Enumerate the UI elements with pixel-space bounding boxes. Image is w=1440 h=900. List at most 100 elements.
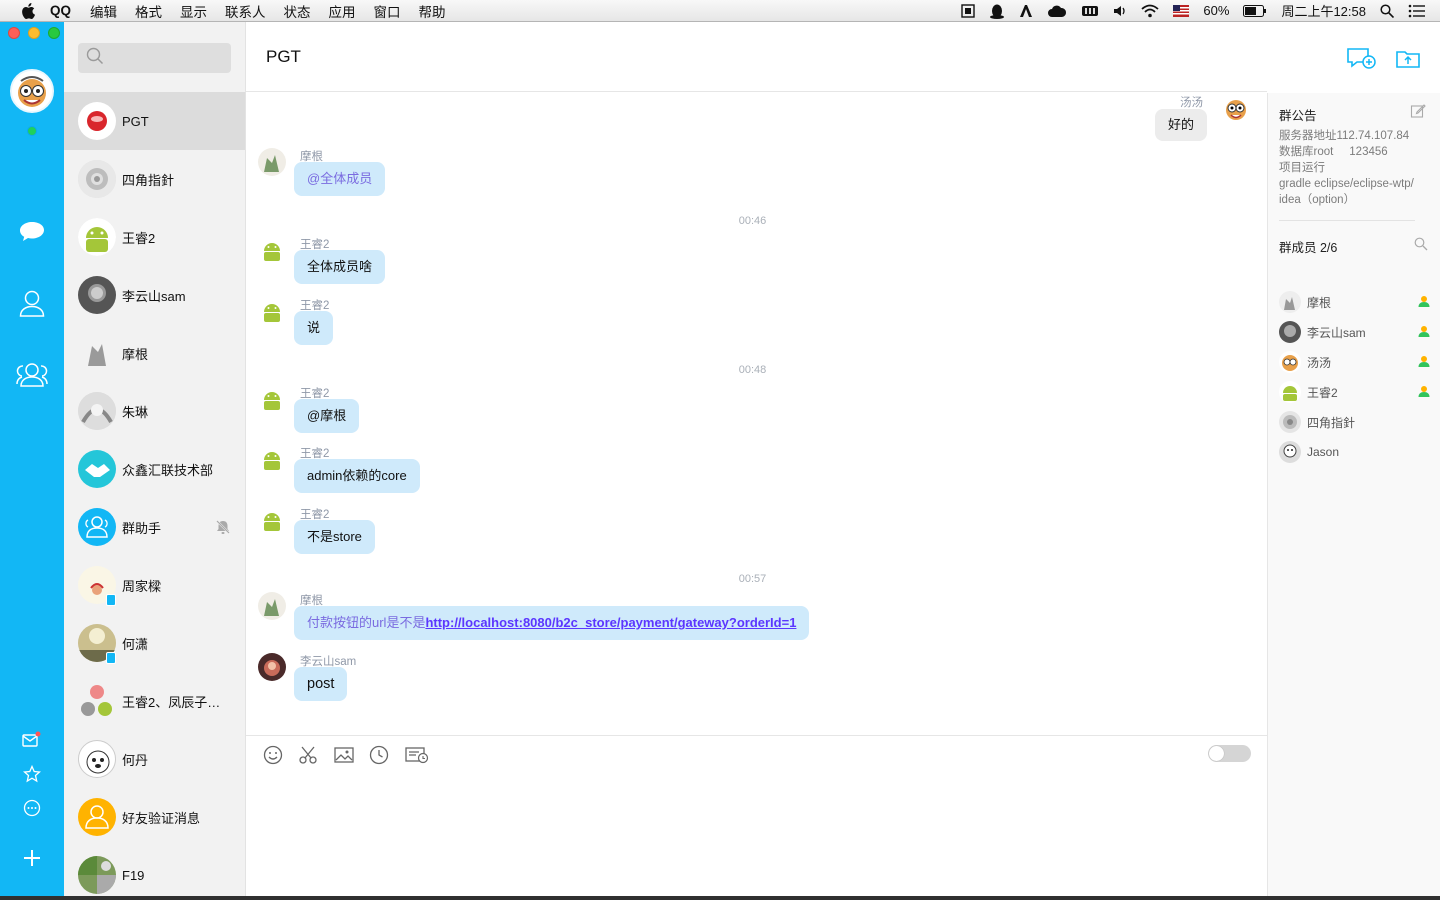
search-input[interactable] <box>110 50 230 66</box>
conversation-item[interactable]: 王睿2、凤辰子… <box>64 672 245 730</box>
zoom-window-button[interactable] <box>48 27 60 39</box>
menu-window[interactable]: 窗口 <box>374 1 401 21</box>
message-bubble[interactable]: admin依赖的core <box>294 459 420 493</box>
conversation-item[interactable]: 摩根 <box>64 324 245 382</box>
us-flag-icon[interactable] <box>1173 4 1190 17</box>
wifi-icon[interactable] <box>1141 4 1160 18</box>
more-options-icon[interactable] <box>17 793 47 823</box>
battery-icon[interactable] <box>1243 4 1267 17</box>
screenshot-tool-icon[interactable] <box>961 3 976 18</box>
emoji-icon[interactable] <box>262 744 284 766</box>
conversation-item[interactable]: 朱琳 <box>64 382 245 440</box>
avatar <box>1279 321 1301 343</box>
notification-center-icon[interactable] <box>1408 4 1426 18</box>
member-item[interactable]: 四角指針 <box>1279 407 1431 437</box>
online-status-dot[interactable] <box>27 126 37 136</box>
conversation-item[interactable]: 何潇 <box>64 614 245 672</box>
conversation-item-pgt[interactable]: PGT <box>64 92 245 150</box>
conversation-item[interactable]: 好友验证消息 <box>64 788 245 846</box>
conversation-item[interactable]: 众鑫汇联技术部 <box>64 440 245 498</box>
message-bubble[interactable]: 好的 <box>1154 109 1207 141</box>
conversation-list: PGT 四角指針 王睿2 李云山sam 摩根 朱琳 众鑫汇联技术部 群助手 周家… <box>64 22 246 896</box>
menu-status[interactable]: 状态 <box>284 1 311 21</box>
menu-app-qq[interactable]: QQ <box>50 3 71 18</box>
memory-icon[interactable] <box>1081 4 1099 18</box>
member-item[interactable]: 摩根 <box>1279 287 1431 317</box>
conversation-item[interactable]: 王睿2 <box>64 208 245 266</box>
message-input[interactable] <box>262 776 1252 886</box>
send-mode-toggle[interactable] <box>1208 745 1251 762</box>
message-link[interactable]: http://localhost:8080/b2c_store/payment/… <box>425 615 796 630</box>
edit-notice-icon[interactable] <box>1410 103 1426 124</box>
message-bubble[interactable]: post <box>294 667 348 701</box>
message-composer <box>246 735 1267 896</box>
menu-edit[interactable]: 编辑 <box>90 1 117 21</box>
spotlight-icon[interactable] <box>1380 3 1394 18</box>
volume-icon[interactable] <box>1113 4 1127 18</box>
member-item[interactable]: 汤汤 <box>1279 347 1431 377</box>
conversation-item[interactable]: 群助手 <box>64 498 245 556</box>
qq-window: PGT 四角指針 王睿2 李云山sam 摩根 朱琳 众鑫汇联技术部 群助手 周家… <box>0 22 1440 896</box>
avatar[interactable] <box>10 69 54 113</box>
notice-line: 服务器地址112.74.107.84 <box>1279 130 1410 142</box>
member-item[interactable]: Jason <box>1279 437 1431 467</box>
conversation-item[interactable]: 李云山sam <box>64 266 245 324</box>
message-outgoing: 汤汤 好的 <box>1131 93 1251 143</box>
image-icon[interactable] <box>333 744 355 766</box>
online-user-icon <box>1417 294 1431 313</box>
avatar <box>78 392 116 430</box>
message-bubble[interactable]: @摩根 <box>294 399 360 433</box>
conversation-name: 朱琳 <box>122 404 149 420</box>
conversation-name: F19 <box>122 867 145 883</box>
avatar <box>78 798 116 836</box>
menu-apps[interactable]: 应用 <box>329 1 356 21</box>
menu-view[interactable]: 显示 <box>180 1 207 21</box>
clock[interactable]: 周二上午12:58 <box>1281 1 1366 20</box>
screenshot-scissors-icon[interactable] <box>297 744 319 766</box>
upload-file-icon[interactable] <box>1393 44 1423 72</box>
message-bubble[interactable]: 不是store <box>294 520 375 554</box>
message-bubble[interactable]: 付款按钮的url是不是http://localhost:8080/b2c_sto… <box>294 606 810 640</box>
groups-icon[interactable] <box>15 360 49 390</box>
adobe-icon[interactable] <box>1019 4 1033 18</box>
messages-icon[interactable] <box>17 216 47 246</box>
contacts-icon[interactable] <box>17 288 47 318</box>
avatar <box>78 218 116 256</box>
message-history-icon[interactable] <box>404 744 430 766</box>
member-item[interactable]: 王睿2 <box>1279 377 1431 407</box>
conversation-name: 众鑫汇联技术部 <box>122 462 214 478</box>
favorites-star-icon[interactable] <box>17 759 47 789</box>
menu-contacts[interactable]: 联系人 <box>225 1 266 21</box>
search-box[interactable] <box>78 43 231 73</box>
message-bubble[interactable]: @全体成员 <box>294 162 386 196</box>
message-bubble[interactable]: 说 <box>294 311 334 345</box>
menu-help[interactable]: 帮助 <box>419 1 446 21</box>
avatar <box>78 856 116 894</box>
close-window-button[interactable] <box>8 27 20 39</box>
minimize-window-button[interactable] <box>28 27 40 39</box>
battery-percent: 60% <box>1203 3 1230 18</box>
add-icon[interactable] <box>17 843 47 873</box>
apple-icon[interactable] <box>20 2 36 19</box>
cloud-icon[interactable] <box>1047 4 1067 18</box>
member-item[interactable]: 李云山sam <box>1279 317 1431 347</box>
divider <box>1279 220 1415 221</box>
notice-title: 群公告 <box>1279 109 1317 123</box>
member-name: 李云山sam <box>1307 325 1366 340</box>
conversation-item[interactable]: 四角指針 <box>64 150 245 208</box>
menu-format[interactable]: 格式 <box>135 1 162 21</box>
mail-icon[interactable] <box>17 725 47 755</box>
conversation-item[interactable]: 何丹 <box>64 730 245 788</box>
conversation-name: 周家樑 <box>122 578 162 594</box>
history-clock-icon[interactable] <box>368 744 390 766</box>
conversation-item[interactable]: 周家樑 <box>64 556 245 614</box>
avatar <box>258 506 286 534</box>
search-members-icon[interactable] <box>1414 237 1428 256</box>
qq-penguin-icon[interactable] <box>989 3 1005 19</box>
message-bubble[interactable]: 全体成员啥 <box>294 250 386 284</box>
nav-rail <box>0 22 64 896</box>
new-discussion-icon[interactable] <box>1346 44 1376 72</box>
conversation-name: 摩根 <box>122 346 149 362</box>
avatar <box>78 508 116 546</box>
conversation-item[interactable]: F19 <box>64 846 245 896</box>
